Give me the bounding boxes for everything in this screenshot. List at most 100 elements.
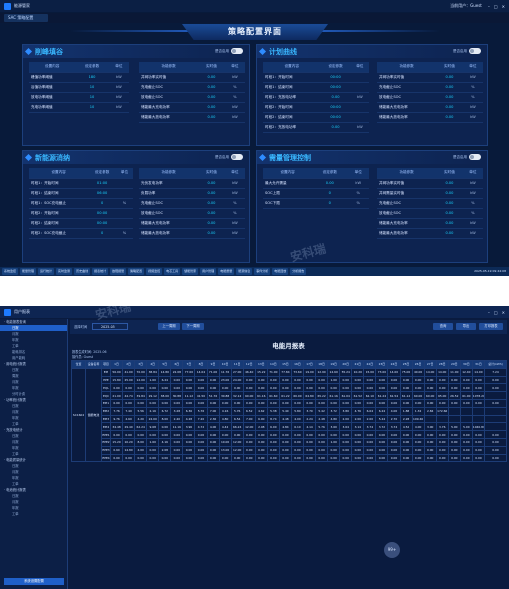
value-cell: 0.00	[290, 398, 305, 408]
value-cell: 2.16	[146, 406, 160, 416]
value-cell: 0.00	[387, 437, 401, 447]
value-cell: 0.00	[459, 445, 473, 455]
realtime-value: 0.00	[198, 178, 225, 189]
taskbar-item[interactable]: 策略配置	[128, 268, 145, 275]
taskbar-item[interactable]: 能量管理	[20, 268, 37, 275]
value-cell: 0.00	[158, 430, 172, 439]
param-input[interactable]: 10	[75, 92, 109, 103]
taskbar-item[interactable]: 历史曲线	[74, 268, 91, 275]
param-label: 放电截止SOC	[139, 92, 199, 103]
notification-badge[interactable]: 99+	[384, 542, 400, 558]
taskbar-item[interactable]: 能源信息	[236, 268, 253, 275]
value-cell: 4.14	[302, 422, 317, 432]
param-input[interactable]: 00:00	[320, 72, 351, 83]
param-label: 储能最大放电功率	[139, 228, 199, 239]
toggle-icon[interactable]	[469, 154, 481, 160]
column-header: 功能参数	[139, 168, 199, 179]
toggle-icon[interactable]	[231, 154, 243, 160]
param-input[interactable]: 00:00	[320, 102, 351, 113]
param-input[interactable]: 0	[88, 228, 117, 239]
param-input[interactable]: 00:00	[88, 208, 117, 219]
taskbar-item[interactable]: 电能质量	[218, 268, 235, 275]
unit-label: kW	[462, 228, 483, 239]
taskbar-item[interactable]: 系统监控	[2, 268, 19, 275]
enable-switch[interactable]: 是否启用	[453, 48, 481, 54]
param-input[interactable]: 0.00	[312, 178, 348, 189]
close-icon[interactable]: ✕	[502, 4, 505, 9]
param-input[interactable]: 0.00	[320, 92, 351, 103]
param-input[interactable]: 10	[75, 82, 109, 93]
value-cell: 0.00	[170, 453, 184, 463]
enable-switch[interactable]: 是否启用	[215, 48, 243, 54]
page-title: 策略配置界面	[228, 27, 282, 36]
param-input[interactable]: 0	[88, 198, 117, 209]
enable-switch[interactable]: 是否启用	[215, 154, 243, 160]
param-input[interactable]: 06:00	[88, 188, 117, 199]
param-input[interactable]: 01:00	[88, 178, 117, 189]
value-cell: 1.00	[327, 375, 341, 385]
column-header: 10日	[218, 360, 232, 369]
taskbar-item[interactable]: 报表统计	[92, 268, 109, 275]
value-cell: 3.80	[339, 406, 353, 416]
taskbar-item[interactable]: 实时监测	[56, 268, 73, 275]
taskbar-item[interactable]: 视频监控	[146, 268, 163, 275]
column-header: 9日	[206, 360, 220, 369]
query-button[interactable]: 查询	[433, 323, 453, 330]
table-header-row: 设置内容 设定参数 单位	[29, 62, 129, 73]
month-picker[interactable]: 2025-05	[92, 323, 128, 330]
value-cell: 4.60	[122, 414, 136, 424]
print-button[interactable]: 打印报表	[479, 323, 503, 330]
param-input[interactable]: 0	[312, 198, 348, 209]
toggle-icon[interactable]	[469, 48, 481, 54]
taskbar-item[interactable]: 分析报告	[290, 268, 307, 275]
value-cell: 0.00	[230, 453, 244, 463]
value-cell: 0.00	[375, 437, 389, 447]
taskbar-item[interactable]: 运行统计	[38, 268, 55, 275]
value-cell: 0.00	[387, 453, 401, 463]
taskbar-item[interactable]: 电芯工具	[164, 268, 181, 275]
param-input[interactable]: 0	[312, 188, 348, 199]
value-cell: 75.00	[399, 367, 413, 377]
value-cell: 0.00	[484, 398, 507, 408]
maximize-icon[interactable]: □	[494, 4, 498, 9]
param-input[interactable]: 00:00	[88, 218, 117, 229]
prev-period-button[interactable]: 上一周期	[158, 323, 180, 330]
minimize-icon[interactable]: –	[488, 4, 490, 9]
value-cell: 0.00	[206, 383, 220, 393]
param-input[interactable]: 00:00	[320, 82, 351, 93]
value-cell: 12.40	[459, 367, 473, 377]
value-cell: 0.00	[471, 445, 486, 455]
minimize-icon[interactable]: –	[488, 310, 490, 315]
value-cell: 0.00	[266, 383, 280, 393]
realtime-value: 0.00	[198, 82, 225, 93]
value-cell: 0.00	[134, 430, 148, 439]
column-header: 16日	[290, 360, 305, 369]
export-button[interactable]: 导出	[456, 323, 476, 330]
system-settings-button[interactable]: 系统设置配置	[4, 578, 64, 585]
plan-curve-panel: 计划曲线 是否启用 设置内容 设定参数 单位 时段1：开始时间 00:00 时段1：结束时…	[256, 44, 488, 146]
param-input[interactable]: 180	[75, 72, 109, 83]
param-input[interactable]: 00:00	[320, 112, 351, 123]
close-icon[interactable]: ✕	[502, 310, 505, 315]
taskbar-item[interactable]: 故障报警	[110, 268, 127, 275]
toggle-icon[interactable]	[231, 48, 243, 54]
value-cell: 0.00	[387, 375, 401, 385]
taskbar-item[interactable]: 用户管理	[200, 268, 217, 275]
value-cell	[471, 414, 486, 424]
value-cell: 29.12	[146, 391, 160, 400]
sidebar-subitem[interactable]: 工单	[0, 511, 67, 517]
next-period-button[interactable]: 下一周期	[182, 323, 204, 330]
table-row: 充电截止SOC 0.00%	[139, 198, 245, 209]
param-input[interactable]: 0.00	[320, 122, 351, 133]
param-input[interactable]: 10	[75, 102, 109, 113]
column-header: 功能参数	[139, 62, 199, 73]
param-label: 放电截止SOC	[139, 208, 199, 219]
maximize-icon[interactable]: □	[494, 310, 498, 315]
enable-switch[interactable]: 是否启用	[453, 154, 481, 160]
taskbar-item[interactable]: 电能回放	[272, 268, 289, 275]
value-cell: 0.00	[484, 453, 507, 463]
tab-strategy-config[interactable]: SAC 策略配置	[4, 14, 48, 22]
taskbar-item[interactable]: 事件分析	[254, 268, 271, 275]
taskbar-item[interactable]: 储能管家	[182, 268, 199, 275]
value-cell: 61.04	[339, 391, 353, 400]
